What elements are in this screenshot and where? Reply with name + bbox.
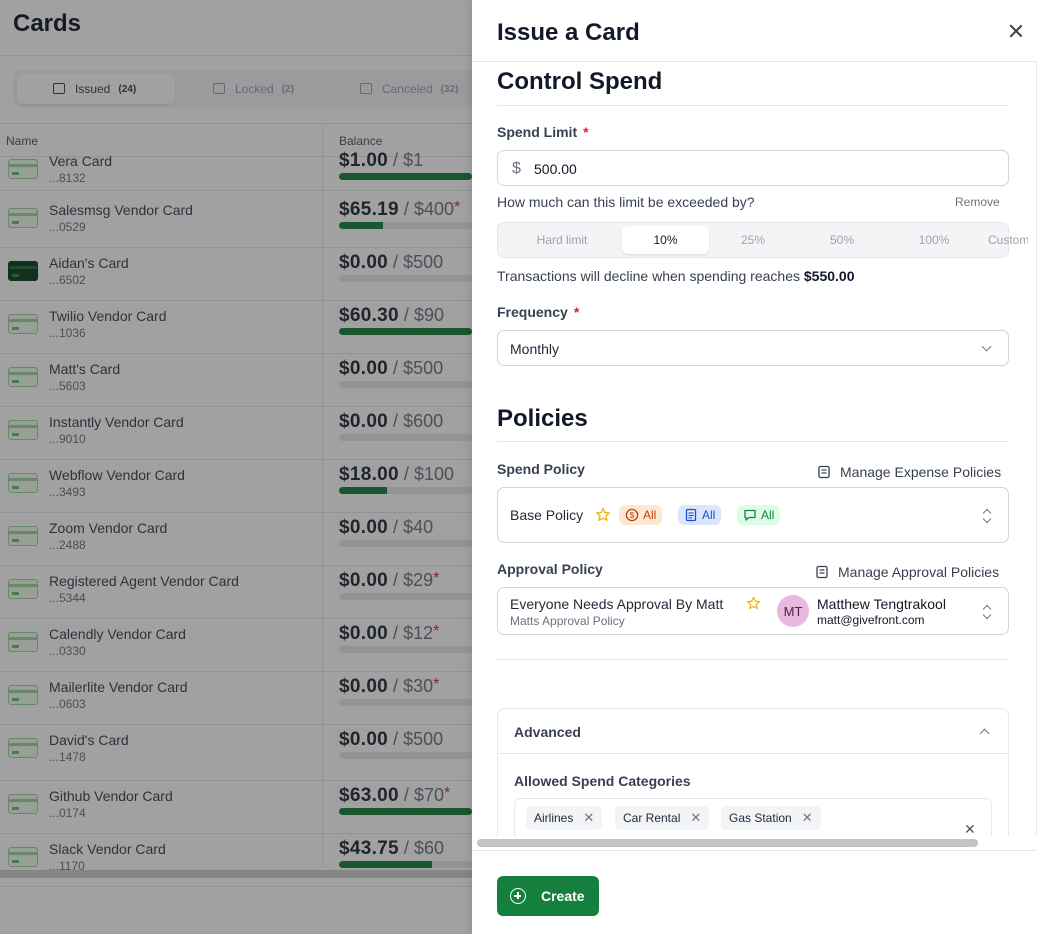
manage-expense-policies-link[interactable]: Manage Expense Policies (817, 464, 1001, 480)
expense-amount-pill: $ All (619, 505, 663, 525)
clear-all-icon[interactable]: ✕ (964, 821, 976, 836)
scroll-icon (816, 565, 828, 579)
exceed-option-25[interactable]: 25% (709, 226, 797, 254)
avatar: MT (777, 595, 809, 627)
remove-link[interactable]: Remove (955, 195, 1000, 209)
advanced-section: Advanced Allowed Spend Categories Airlin… (497, 708, 1009, 836)
drawer-header: Issue a Card (472, 0, 1037, 62)
create-button[interactable]: Create (497, 876, 599, 916)
divider (497, 105, 1009, 106)
svg-text:$: $ (630, 511, 635, 520)
chevron-up-icon[interactable] (979, 728, 990, 739)
star-icon[interactable] (746, 596, 761, 611)
exceed-option-10[interactable]: 10% (622, 226, 709, 254)
advanced-heading[interactable]: Advanced (514, 724, 581, 740)
spend-limit-input[interactable]: $ 500.00 (497, 150, 1009, 186)
approver-email: matt@givefront.com (817, 613, 925, 627)
drawer-footer: Create (472, 850, 1037, 934)
spend-limit-value: 500.00 (534, 161, 577, 177)
select-updown-icon (982, 508, 992, 524)
frequency-label: Frequency * (497, 304, 580, 320)
exceed-segmented-control: Hard limit 10% 25% 50% 100% Custom (497, 222, 1028, 258)
frequency-select[interactable]: Monthly (497, 330, 1009, 366)
spend-limit-label: Spend Limit * (497, 124, 589, 140)
divider (498, 753, 1008, 754)
divider (497, 659, 1009, 660)
approval-policy-select[interactable]: Everyone Needs Approval By Matt Matts Ap… (497, 587, 1009, 635)
remove-tag-icon[interactable]: ✕ (802, 810, 813, 826)
remove-tag-icon[interactable]: ✕ (690, 810, 701, 826)
spend-policy-value: Base Policy (510, 507, 584, 523)
approval-policy-label: Approval Policy (497, 561, 603, 577)
receipt-pill: All (678, 505, 722, 525)
select-updown-icon (982, 604, 992, 620)
exceed-option-100[interactable]: 100% (887, 226, 981, 254)
exceed-option-custom[interactable]: Custom (988, 226, 1028, 254)
dollar-icon: $ (512, 160, 521, 177)
comment-icon (744, 509, 756, 521)
issue-card-drawer: Issue a Card Control Spend Spend Limit * … (472, 0, 1037, 934)
drawer-body[interactable]: Control Spend Spend Limit * $ 500.00 How … (472, 62, 1037, 836)
approval-policy-subtitle: Matts Approval Policy (510, 614, 625, 628)
control-spend-heading: Control Spend (497, 68, 663, 95)
decline-notice: Transactions will decline when spending … (497, 268, 855, 284)
star-icon[interactable] (595, 507, 611, 523)
chevron-down-icon (981, 341, 992, 352)
exceed-option-hard-limit[interactable]: Hard limit (502, 226, 622, 254)
approver-name: Matthew Tengtrakool (817, 596, 946, 612)
category-tag-airlines: Airlines ✕ (526, 806, 603, 830)
plus-circle-icon (510, 888, 526, 904)
divider (497, 441, 1009, 442)
spend-policy-select[interactable]: Base Policy $ All All All (497, 487, 1009, 543)
scroll-icon (818, 465, 830, 479)
drawer-horizontal-scrollbar[interactable] (477, 839, 978, 847)
spend-policy-label: Spend Policy (497, 461, 585, 477)
create-button-label: Create (541, 888, 585, 904)
receipt-icon (685, 508, 697, 522)
categories-multiselect[interactable]: Airlines ✕ Car Rental ✕ Gas Station ✕ ✕ (514, 798, 992, 836)
remove-tag-icon[interactable]: ✕ (583, 810, 594, 826)
close-icon[interactable] (1009, 24, 1023, 38)
drawer-title: Issue a Card (497, 19, 640, 46)
category-tag-car-rental: Car Rental ✕ (615, 806, 710, 830)
category-tag-gas-station: Gas Station ✕ (721, 806, 821, 830)
dollar-circle-icon: $ (625, 508, 639, 522)
approval-policy-value: Everyone Needs Approval By Matt (510, 596, 724, 612)
memo-pill: All (737, 505, 781, 525)
frequency-value: Monthly (510, 341, 560, 357)
exceed-option-50[interactable]: 50% (797, 226, 887, 254)
policies-heading: Policies (497, 405, 588, 432)
modal-overlay[interactable] (0, 0, 472, 934)
exceed-question: How much can this limit be exceeded by? (497, 194, 755, 210)
manage-approval-policies-link[interactable]: Manage Approval Policies (815, 564, 999, 580)
allowed-spend-categories-label: Allowed Spend Categories (514, 773, 691, 789)
